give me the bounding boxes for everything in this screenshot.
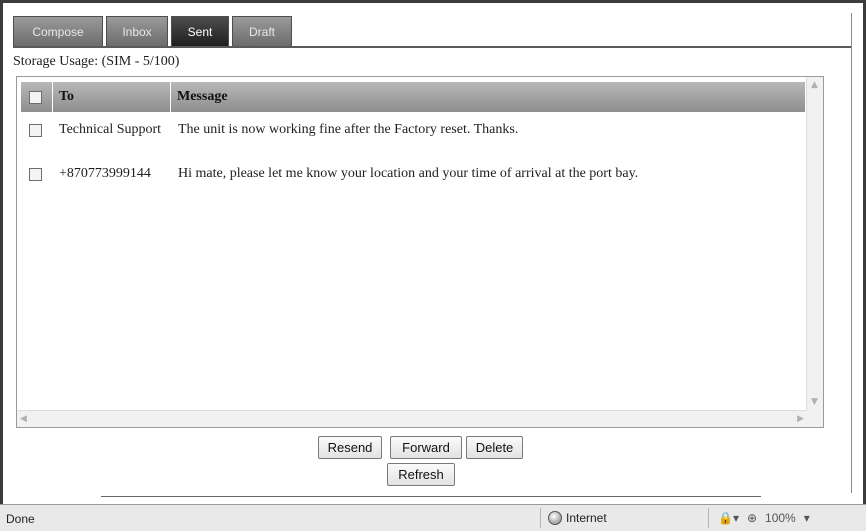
row-message: The unit is now working fine after the F…: [178, 122, 519, 137]
table-row[interactable]: +870773999144 Hi mate, please let me kno…: [17, 163, 807, 185]
scroll-right-icon[interactable]: ▶: [797, 414, 804, 424]
zoom-dropdown-icon[interactable]: ▾: [804, 511, 810, 525]
tab-sent[interactable]: Sent: [171, 16, 229, 46]
horizontal-scrollbar[interactable]: ◀ ▶: [17, 410, 807, 427]
scroll-up-icon[interactable]: ▲: [811, 80, 818, 90]
scroll-left-icon[interactable]: ◀: [20, 414, 27, 424]
scroll-down-icon[interactable]: ▼: [811, 397, 818, 407]
resend-button[interactable]: Resend: [318, 436, 382, 459]
status-divider: [540, 508, 541, 528]
tab-bar: Compose Inbox Sent Draft: [13, 16, 292, 46]
zone-label: Internet: [566, 511, 607, 525]
lock-icon[interactable]: 🔒▾: [718, 511, 739, 525]
row-checkbox[interactable]: [29, 168, 42, 181]
tab-draft[interactable]: Draft: [232, 16, 292, 46]
row-recipient: +870773999144: [59, 166, 151, 181]
browser-status-bar: Done Internet 🔒▾ ⊕ 100% ▾: [0, 504, 866, 531]
refresh-button[interactable]: Refresh: [387, 463, 455, 486]
security-zone[interactable]: Internet: [548, 511, 607, 525]
forward-button[interactable]: Forward: [390, 436, 462, 459]
zoom-level[interactable]: 100%: [765, 511, 796, 525]
select-all-checkbox[interactable]: [29, 90, 42, 104]
separator-line: [101, 496, 761, 497]
delete-button[interactable]: Delete: [466, 436, 523, 459]
row-recipient: Technical Support: [59, 122, 162, 137]
vertical-scrollbar[interactable]: ▲ ▼: [806, 77, 823, 427]
storage-usage-label: Storage Usage: (SIM - 5/100): [13, 54, 180, 69]
header-checkbox-cell: [21, 82, 53, 112]
row-checkbox[interactable]: [29, 124, 42, 137]
globe-icon: [548, 511, 562, 525]
column-header-to: To: [53, 82, 171, 112]
zoom-area[interactable]: 🔒▾ ⊕ 100% ▾: [718, 511, 810, 525]
column-header-message: Message: [171, 82, 805, 112]
message-table-panel: To Message Technical Support The unit is…: [16, 76, 824, 428]
tab-compose[interactable]: Compose: [13, 16, 103, 46]
table-row[interactable]: Technical Support The unit is now workin…: [17, 119, 807, 161]
tab-inbox[interactable]: Inbox: [106, 16, 168, 46]
status-divider: [708, 508, 709, 528]
page-edge: [851, 13, 852, 493]
browser-page: Compose Inbox Sent Draft Storage Usage: …: [0, 0, 866, 531]
magnifier-icon: ⊕: [746, 511, 758, 525]
table-header: To Message: [21, 82, 805, 112]
row-message: Hi mate, please let me know your locatio…: [178, 166, 639, 181]
tab-underline: [13, 46, 851, 48]
status-text: Done: [6, 512, 35, 526]
